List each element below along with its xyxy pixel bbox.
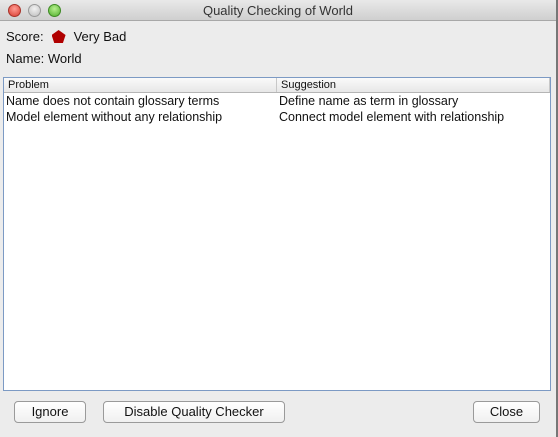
column-header-suggestion[interactable]: Suggestion (277, 78, 550, 92)
score-label: Score: (6, 29, 44, 44)
column-header-problem[interactable]: Problem (4, 78, 277, 92)
suggestion-cell: Define name as term in glossary (279, 94, 459, 108)
score-value: Very Bad (73, 29, 127, 44)
pentagon-icon (51, 30, 66, 43)
name-label: Name: World (6, 51, 82, 66)
window-title: Quality Checking of World (202, 3, 354, 18)
close-window-button[interactable] (8, 4, 21, 17)
score-row: Score: Very Bad (6, 29, 126, 44)
minimize-window-button[interactable] (28, 4, 41, 17)
problem-cell: Model element without any relationship (6, 110, 223, 124)
table-header: Problem Suggestion (4, 78, 550, 93)
problems-table: Problem Suggestion Name does not contain… (3, 77, 551, 391)
title-bar: Quality Checking of World (0, 0, 556, 21)
disable-quality-checker-button[interactable]: Disable Quality Checker (103, 401, 285, 423)
suggestion-cell: Connect model element with relationship (279, 110, 505, 124)
ignore-button[interactable]: Ignore (14, 401, 86, 423)
close-button[interactable]: Close (473, 401, 540, 423)
table-row[interactable]: Name does not contain glossary terms Def… (4, 93, 550, 109)
table-row[interactable]: Model element without any relationship C… (4, 109, 550, 125)
problem-cell: Name does not contain glossary terms (6, 94, 220, 108)
zoom-window-button[interactable] (48, 4, 61, 17)
